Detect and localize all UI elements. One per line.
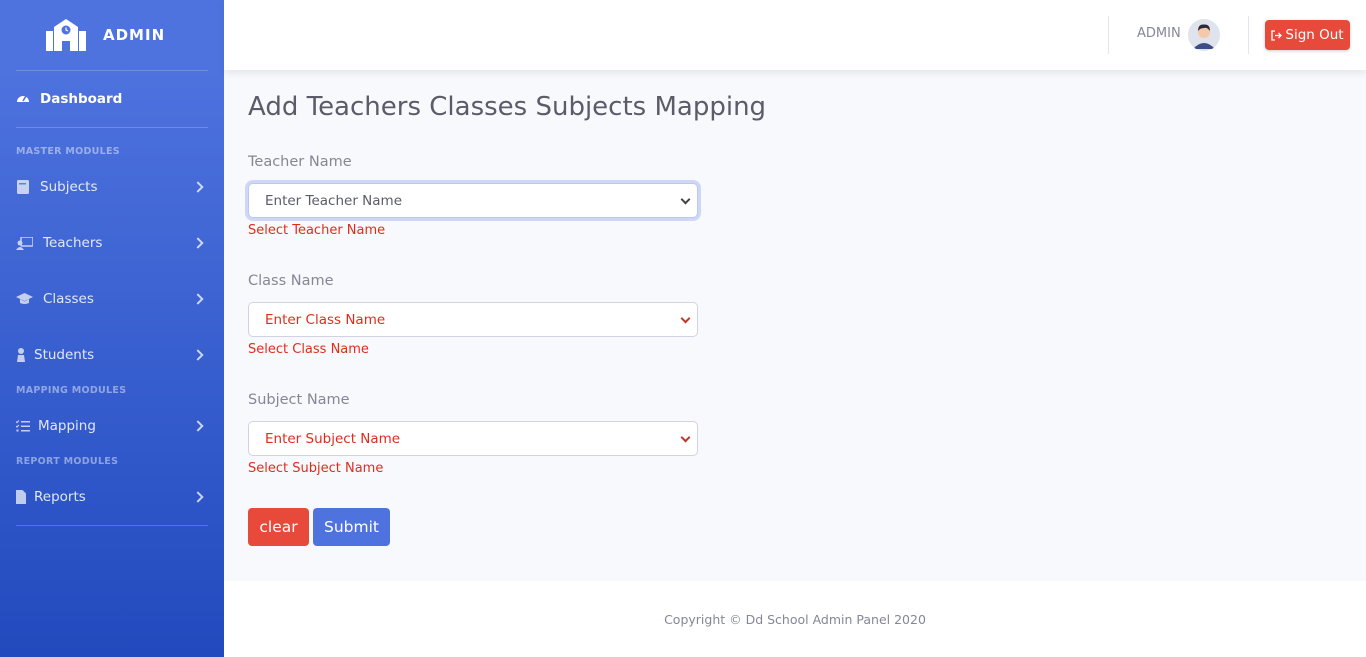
graduation-cap-icon xyxy=(16,292,33,306)
book-icon xyxy=(16,180,30,194)
class-name-select[interactable]: Enter Class Name xyxy=(248,302,698,337)
sidebar-heading-master: MASTER MODULES xyxy=(16,146,120,157)
sidebar-item-reports[interactable]: Reports xyxy=(0,486,224,508)
sidebar-divider xyxy=(16,525,208,526)
sidebar-item-students[interactable]: Students xyxy=(0,344,224,366)
file-icon xyxy=(16,490,26,504)
teacher-name-error: Select Teacher Name xyxy=(248,223,386,238)
user-tie-icon xyxy=(16,348,26,362)
list-check-icon xyxy=(16,419,30,433)
topbar-divider xyxy=(1108,16,1109,54)
page-title: Add Teachers Classes Subjects Mapping xyxy=(248,92,767,122)
teacher-name-select[interactable]: Enter Teacher Name xyxy=(248,183,698,218)
sidebar-brand[interactable]: ADMIN xyxy=(0,0,224,70)
subject-name-error: Select Subject Name xyxy=(248,461,384,476)
chevron-down-icon xyxy=(680,313,691,324)
subject-name-value: Enter Subject Name xyxy=(265,430,401,447)
sidebar-divider xyxy=(16,70,208,71)
class-name-error: Select Class Name xyxy=(248,342,369,357)
sidebar-item-classes[interactable]: Classes xyxy=(0,288,224,310)
chevron-right-icon xyxy=(192,491,204,503)
sidebar-item-label: Students xyxy=(34,347,95,363)
sidebar-divider xyxy=(16,127,208,128)
chevron-right-icon xyxy=(192,349,204,361)
copyright-text: Copyright © Dd School Admin Panel 2020 xyxy=(664,611,926,627)
sidebar-item-label: Mapping xyxy=(38,418,96,434)
sign-out-icon xyxy=(1271,29,1283,41)
chalkboard-teacher-icon xyxy=(16,236,33,250)
teacher-name-value: Enter Teacher Name xyxy=(265,192,403,209)
chevron-down-icon xyxy=(680,194,691,205)
avatar[interactable] xyxy=(1188,19,1220,51)
clear-button[interactable]: clear xyxy=(248,508,309,546)
sidebar-item-teachers[interactable]: Teachers xyxy=(0,232,224,254)
chevron-right-icon xyxy=(192,293,204,305)
school-icon xyxy=(44,17,88,53)
sidebar-item-label: Subjects xyxy=(40,179,98,195)
sidebar-heading-report: REPORT MODULES xyxy=(16,456,119,467)
tachometer-icon xyxy=(16,92,30,106)
chevron-right-icon xyxy=(192,237,204,249)
subject-name-label: Subject Name xyxy=(248,392,350,408)
sign-out-button[interactable]: Sign Out xyxy=(1265,20,1350,50)
sidebar-item-label: Teachers xyxy=(43,235,103,251)
user-name[interactable]: ADMIN xyxy=(1137,26,1181,41)
brand-name: ADMIN xyxy=(103,26,166,44)
submit-button[interactable]: Submit xyxy=(313,508,390,546)
footer: Copyright © Dd School Admin Panel 2020 xyxy=(224,581,1366,657)
sidebar-item-label: Classes xyxy=(43,291,94,307)
class-name-label: Class Name xyxy=(248,273,334,289)
chevron-down-icon xyxy=(680,432,691,443)
sign-out-label: Sign Out xyxy=(1285,27,1344,43)
topbar-divider xyxy=(1248,16,1249,54)
class-name-value: Enter Class Name xyxy=(265,311,386,328)
sidebar-item-mapping[interactable]: Mapping xyxy=(0,415,224,437)
sidebar: ADMIN Dashboard MASTER MODULES Subjects … xyxy=(0,0,224,657)
sidebar-item-label: Reports xyxy=(34,489,86,505)
teacher-name-label: Teacher Name xyxy=(248,154,352,170)
chevron-right-icon xyxy=(192,420,204,432)
sidebar-item-label: Dashboard xyxy=(40,91,123,107)
subject-name-select[interactable]: Enter Subject Name xyxy=(248,421,698,456)
sidebar-item-subjects[interactable]: Subjects xyxy=(0,176,224,198)
sidebar-heading-mapping: MAPPING MODULES xyxy=(16,385,127,396)
topbar: ADMIN Sign Out xyxy=(224,0,1366,70)
sidebar-item-dashboard[interactable]: Dashboard xyxy=(0,88,224,110)
chevron-right-icon xyxy=(192,181,204,193)
